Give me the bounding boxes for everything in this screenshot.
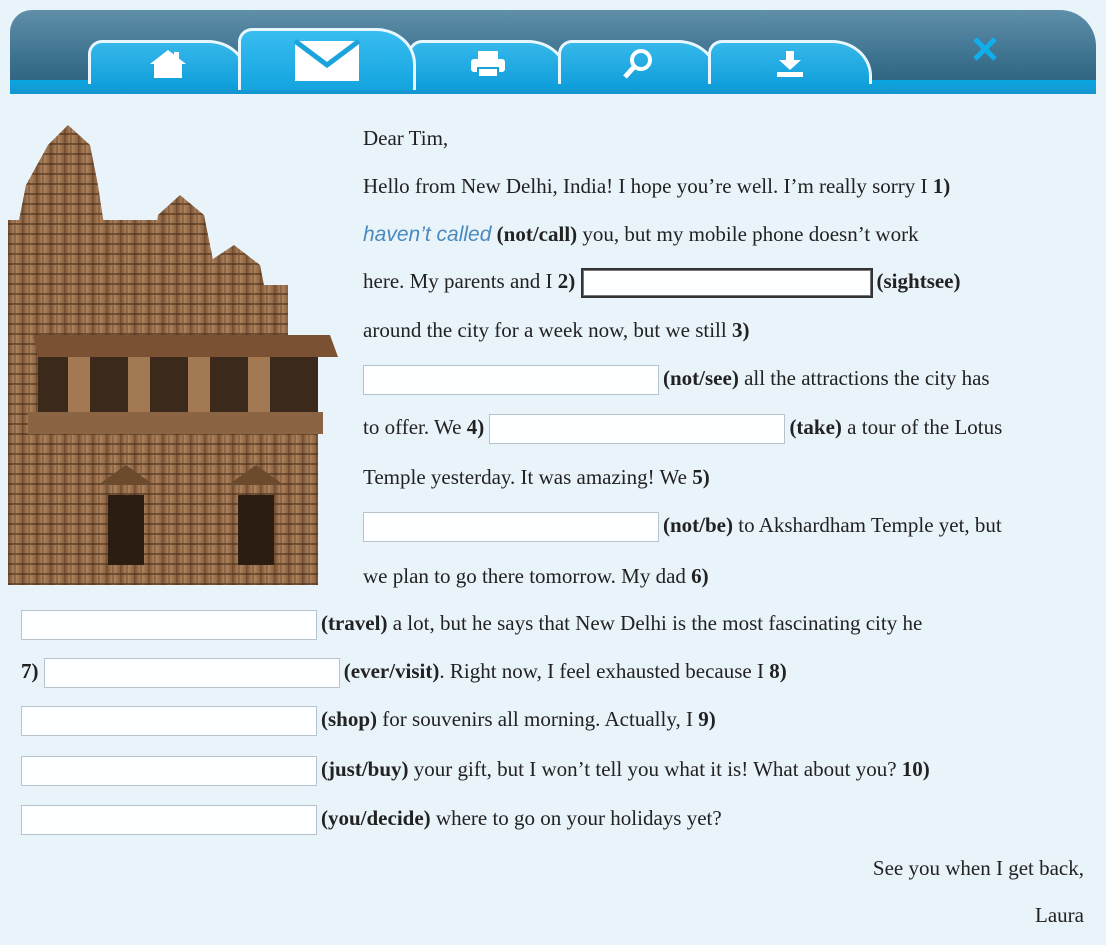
verb-hint: (not/be) xyxy=(663,512,733,537)
answer-input-9[interactable] xyxy=(21,756,317,786)
paragraph-line: (travel) a lot, but he says that New Del… xyxy=(21,610,922,640)
answer-input-6[interactable] xyxy=(21,610,317,640)
paragraph-line: (shop) for souvenirs all morning. Actual… xyxy=(21,706,716,736)
temple-photo xyxy=(8,125,338,585)
verb-hint: (shop) xyxy=(321,706,378,731)
tab-print[interactable] xyxy=(408,40,568,84)
answer-input-4[interactable] xyxy=(489,414,786,444)
paragraph-line: (just/buy) your gift, but I won’t tell y… xyxy=(21,756,930,786)
answer-input-3[interactable] xyxy=(363,365,659,395)
paragraph-line: (not/see) all the attractions the city h… xyxy=(363,365,990,395)
print-icon xyxy=(468,49,508,79)
tab-home[interactable] xyxy=(88,40,248,84)
paragraph-line: to offer. We 4) (take) a tour of the Lot… xyxy=(363,414,1002,444)
tab-search[interactable] xyxy=(558,40,718,84)
paragraph-line: we plan to go there tomorrow. My dad 6) xyxy=(363,564,709,588)
verb-hint: (just/buy) xyxy=(321,756,409,781)
verb-hint: (not/call) xyxy=(496,222,578,246)
signature: Laura xyxy=(1035,903,1084,927)
answer-input-7[interactable] xyxy=(43,658,340,688)
verb-hint: (take) xyxy=(789,414,842,439)
paragraph-line: Hello from New Delhi, India! I hope you’… xyxy=(363,174,951,198)
paragraph-line: around the city for a week now, but we s… xyxy=(363,318,750,342)
paragraph-line: Temple yesterday. It was amazing! We 5) xyxy=(363,465,710,489)
close-icon[interactable] xyxy=(970,34,1000,64)
tab-mail[interactable] xyxy=(238,28,416,90)
search-icon xyxy=(621,48,655,80)
gap-number: 1) xyxy=(932,174,951,198)
home-icon xyxy=(148,48,188,80)
verb-hint: (you/decide) xyxy=(321,805,431,830)
paragraph-line: haven’t called (not/call) you, but my mo… xyxy=(363,222,919,246)
closing: See you when I get back, xyxy=(872,856,1084,880)
verb-hint: (travel) xyxy=(321,610,388,635)
verb-hint: (ever/visit) xyxy=(343,658,440,683)
paragraph-line: (you/decide) where to go on your holiday… xyxy=(21,805,722,835)
tab-download[interactable] xyxy=(708,40,872,84)
example-answer: haven’t called xyxy=(363,223,492,246)
paragraph-line: here. My parents and I 2) (sightsee) xyxy=(363,268,961,298)
mail-icon xyxy=(292,37,362,85)
verb-hint: (sightsee) xyxy=(876,268,961,293)
answer-input-8[interactable] xyxy=(21,706,317,736)
answer-input-10[interactable] xyxy=(21,805,317,835)
download-icon xyxy=(773,49,807,79)
verb-hint: (not/see) xyxy=(663,365,739,390)
answer-input-2[interactable] xyxy=(580,268,873,298)
greeting: Dear Tim, xyxy=(363,126,449,150)
answer-input-5[interactable] xyxy=(363,512,659,542)
paragraph-line: 7) (ever/visit). Right now, I feel exhau… xyxy=(21,658,787,688)
paragraph-line: (not/be) to Akshardham Temple yet, but xyxy=(363,512,1002,542)
toolbar xyxy=(10,10,1096,94)
